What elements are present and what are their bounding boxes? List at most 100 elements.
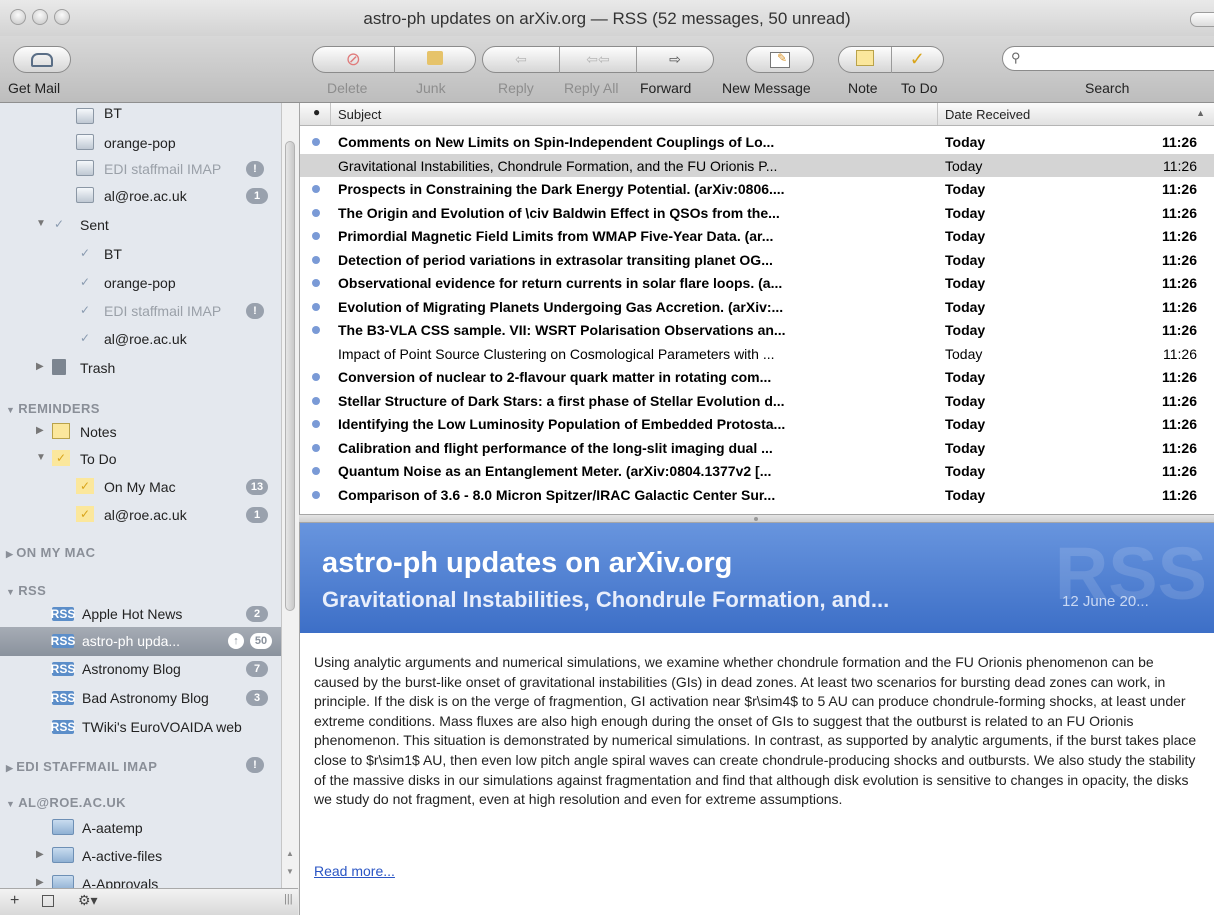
unread-count-badge: 2 <box>246 606 268 622</box>
disclosure-closed-icon[interactable]: ▶ <box>36 849 44 860</box>
sidebar-item-todo[interactable]: ▼ ✓ To Do <box>0 445 282 474</box>
message-row[interactable]: Quantum Noise as an Entanglement Meter. … <box>300 459 1214 482</box>
delete-icon[interactable]: ⊘ <box>313 49 394 70</box>
message-subject: Comparison of 3.6 - 8.0 Micron Spitzer/I… <box>338 486 776 503</box>
disclosure-closed-icon[interactable]: ▶ <box>36 425 44 436</box>
subject-column-header[interactable]: Subject <box>338 107 381 122</box>
disclosure-closed-icon: ▶ <box>6 549 17 559</box>
sidebar-item-bt[interactable]: BT <box>0 103 282 132</box>
refresh-icon[interactable]: ↑ <box>228 633 244 649</box>
disclosure-open-icon[interactable]: ▼ <box>36 218 46 229</box>
message-row[interactable]: Comparison of 3.6 - 8.0 Micron Spitzer/I… <box>300 483 1214 506</box>
message-date: Today <box>945 322 986 338</box>
message-row[interactable]: Detection of period variations in extras… <box>300 248 1214 271</box>
feed-title[interactable]: astro-ph updates on arXiv.org <box>322 547 732 580</box>
toolbar-toggle-button[interactable] <box>1190 12 1214 27</box>
section-rss[interactable]: ▼ RSS <box>6 583 46 598</box>
rss-banner: RSS astro-ph updates on arXiv.org Gravit… <box>300 523 1214 633</box>
sidebar-scroll-thumb[interactable] <box>285 141 295 611</box>
message-row[interactable]: Evolution of Migrating Planets Undergoin… <box>300 295 1214 318</box>
add-icon[interactable]: + <box>10 892 19 910</box>
message-row[interactable]: Primordial Magnetic Field Limits from WM… <box>300 224 1214 247</box>
sidebar-item-bad-astronomy[interactable]: RSS Bad Astronomy Blog 3 <box>0 684 282 713</box>
sidebar-item-sent-orange-pop[interactable]: ✓ orange-pop <box>0 269 282 298</box>
message-subject: Impact of Point Source Clustering on Cos… <box>338 345 775 362</box>
new-message-label: New Message <box>722 80 811 96</box>
unread-column-header[interactable]: ● <box>313 105 320 119</box>
gear-icon[interactable]: ⚙▾ <box>78 892 98 909</box>
reply-icon[interactable]: ⇦ <box>483 51 559 68</box>
disclosure-closed-icon[interactable]: ▶ <box>36 361 44 372</box>
unread-dot-icon <box>312 208 320 217</box>
delete-label: Delete <box>327 80 368 96</box>
date-column-header[interactable]: Date Received <box>945 107 1030 122</box>
get-mail-button[interactable] <box>13 46 71 73</box>
sidebar-item-sent-edi[interactable]: ✓ EDI staffmail IMAP ! <box>0 297 282 326</box>
warning-icon: ! <box>246 161 264 177</box>
message-date: Today <box>945 369 986 385</box>
search-field[interactable]: ⚲ <box>1002 46 1214 71</box>
message-row[interactable]: Identifying the Low Luminosity Populatio… <box>300 412 1214 435</box>
section-edi-staffmail[interactable]: ▶ EDI STAFFMAIL IMAP <box>6 759 157 774</box>
section-on-my-mac[interactable]: ▶ ON MY MAC <box>6 545 95 560</box>
sidebar-item-orange-pop[interactable]: orange-pop <box>0 129 282 158</box>
section-reminders[interactable]: ▼ REMINDERS <box>6 401 100 416</box>
sidebar-item-a-approvals[interactable]: ▶ A-Approvals <box>0 870 282 888</box>
junk-icon[interactable] <box>395 51 476 68</box>
sidebar: BT orange-pop EDI staffmail IMAP ! al@ro… <box>0 103 298 888</box>
mailbox-icon <box>76 160 94 176</box>
sidebar-scrollbar[interactable]: ▲ ▼ <box>281 103 299 888</box>
sidebar-item-apple-hot-news[interactable]: RSS Apple Hot News 2 <box>0 600 282 629</box>
sidebar-item-sent[interactable]: ▼ ✓ Sent <box>0 211 282 240</box>
sidebar-item-twiki[interactable]: RSS TWiki's EuroVOAIDA web <box>0 713 282 742</box>
sidebar-item-todo-al-roe[interactable]: ✓ al@roe.ac.uk 1 <box>0 501 282 530</box>
search-input[interactable] <box>1029 50 1213 67</box>
sidebar-item-sent-bt[interactable]: ✓ BT <box>0 240 282 269</box>
message-row[interactable]: Calibration and flight performance of th… <box>300 436 1214 459</box>
todo-label: To Do <box>901 80 938 96</box>
sidebar-item-a-aatemp[interactable]: A-aatemp <box>0 814 282 843</box>
message-time: 11:26 <box>1161 416 1197 432</box>
section-al-roe[interactable]: ▼ AL@ROE.AC.UK <box>6 795 126 810</box>
show-activity-icon[interactable] <box>42 895 54 907</box>
unread-dot-icon <box>312 302 320 311</box>
sidebar-item-astronomy-blog[interactable]: RSS Astronomy Blog 7 <box>0 655 282 684</box>
message-subject: Quantum Noise as an Entanglement Meter. … <box>338 463 772 479</box>
message-row[interactable]: Stellar Structure of Dark Stars: a first… <box>300 389 1214 412</box>
unread-dot-icon <box>312 255 320 264</box>
forward-icon[interactable]: ⇨ <box>637 51 713 68</box>
sidebar-item-al-roe[interactable]: al@roe.ac.uk 1 <box>0 182 282 211</box>
message-row[interactable]: Impact of Point Source Clustering on Cos… <box>300 342 1214 365</box>
note-icon[interactable] <box>839 50 891 69</box>
sidebar-item-sent-al-roe[interactable]: ✓ al@roe.ac.uk <box>0 325 282 354</box>
scroll-down-arrow-icon[interactable]: ▼ <box>286 867 294 876</box>
resize-handle-icon[interactable]: ||| <box>284 893 293 905</box>
todo-checkmark-icon: ✓ <box>52 450 70 466</box>
sidebar-item-a-active-files[interactable]: ▶ A-active-files <box>0 842 282 871</box>
sidebar-item-trash[interactable]: ▶ Trash <box>0 354 282 383</box>
message-row[interactable]: Comments on New Limits on Spin-Independe… <box>300 130 1214 153</box>
sidebar-item-astro-ph[interactable]: RSS astro-ph upda... ↑ 50 <box>0 627 282 656</box>
reply-all-icon[interactable]: ⇦⇦ <box>560 51 636 68</box>
message-row[interactable]: Observational evidence for return curren… <box>300 271 1214 294</box>
read-more-link[interactable]: Read more... <box>314 863 395 879</box>
sidebar-item-todo-on-my-mac[interactable]: ✓ On My Mac 13 <box>0 473 282 502</box>
new-message-button[interactable]: ✎ <box>746 46 814 73</box>
message-row[interactable]: The Origin and Evolution of \civ Baldwin… <box>300 201 1214 224</box>
message-row[interactable]: Gravitational Instabilities, Chondrule F… <box>300 153 1214 177</box>
message-time: 11:26 <box>1161 486 1197 503</box>
disclosure-closed-icon[interactable]: ▶ <box>36 877 44 888</box>
scroll-up-arrow-icon[interactable]: ▲ <box>286 849 294 858</box>
disclosure-open-icon[interactable]: ▼ <box>36 452 46 463</box>
sidebar-item-edi-staffmail[interactable]: EDI staffmail IMAP ! <box>0 155 282 184</box>
article-title[interactable]: Gravitational Instabilities, Chondrule F… <box>322 587 889 613</box>
message-row[interactable]: Prospects in Constraining the Dark Energ… <box>300 177 1214 200</box>
sent-icon: ✓ <box>79 246 91 260</box>
trash-icon <box>52 359 66 375</box>
todo-checkmark-icon[interactable]: ✓ <box>891 49 943 70</box>
message-row[interactable]: The B3-VLA CSS sample. VII: WSRT Polaris… <box>300 318 1214 341</box>
todo-checkmark-icon: ✓ <box>76 478 94 494</box>
message-row[interactable]: Conversion of nuclear to 2-flavour quark… <box>300 365 1214 388</box>
sidebar-item-notes[interactable]: ▶ Notes <box>0 418 282 447</box>
pane-splitter[interactable] <box>299 514 1214 523</box>
